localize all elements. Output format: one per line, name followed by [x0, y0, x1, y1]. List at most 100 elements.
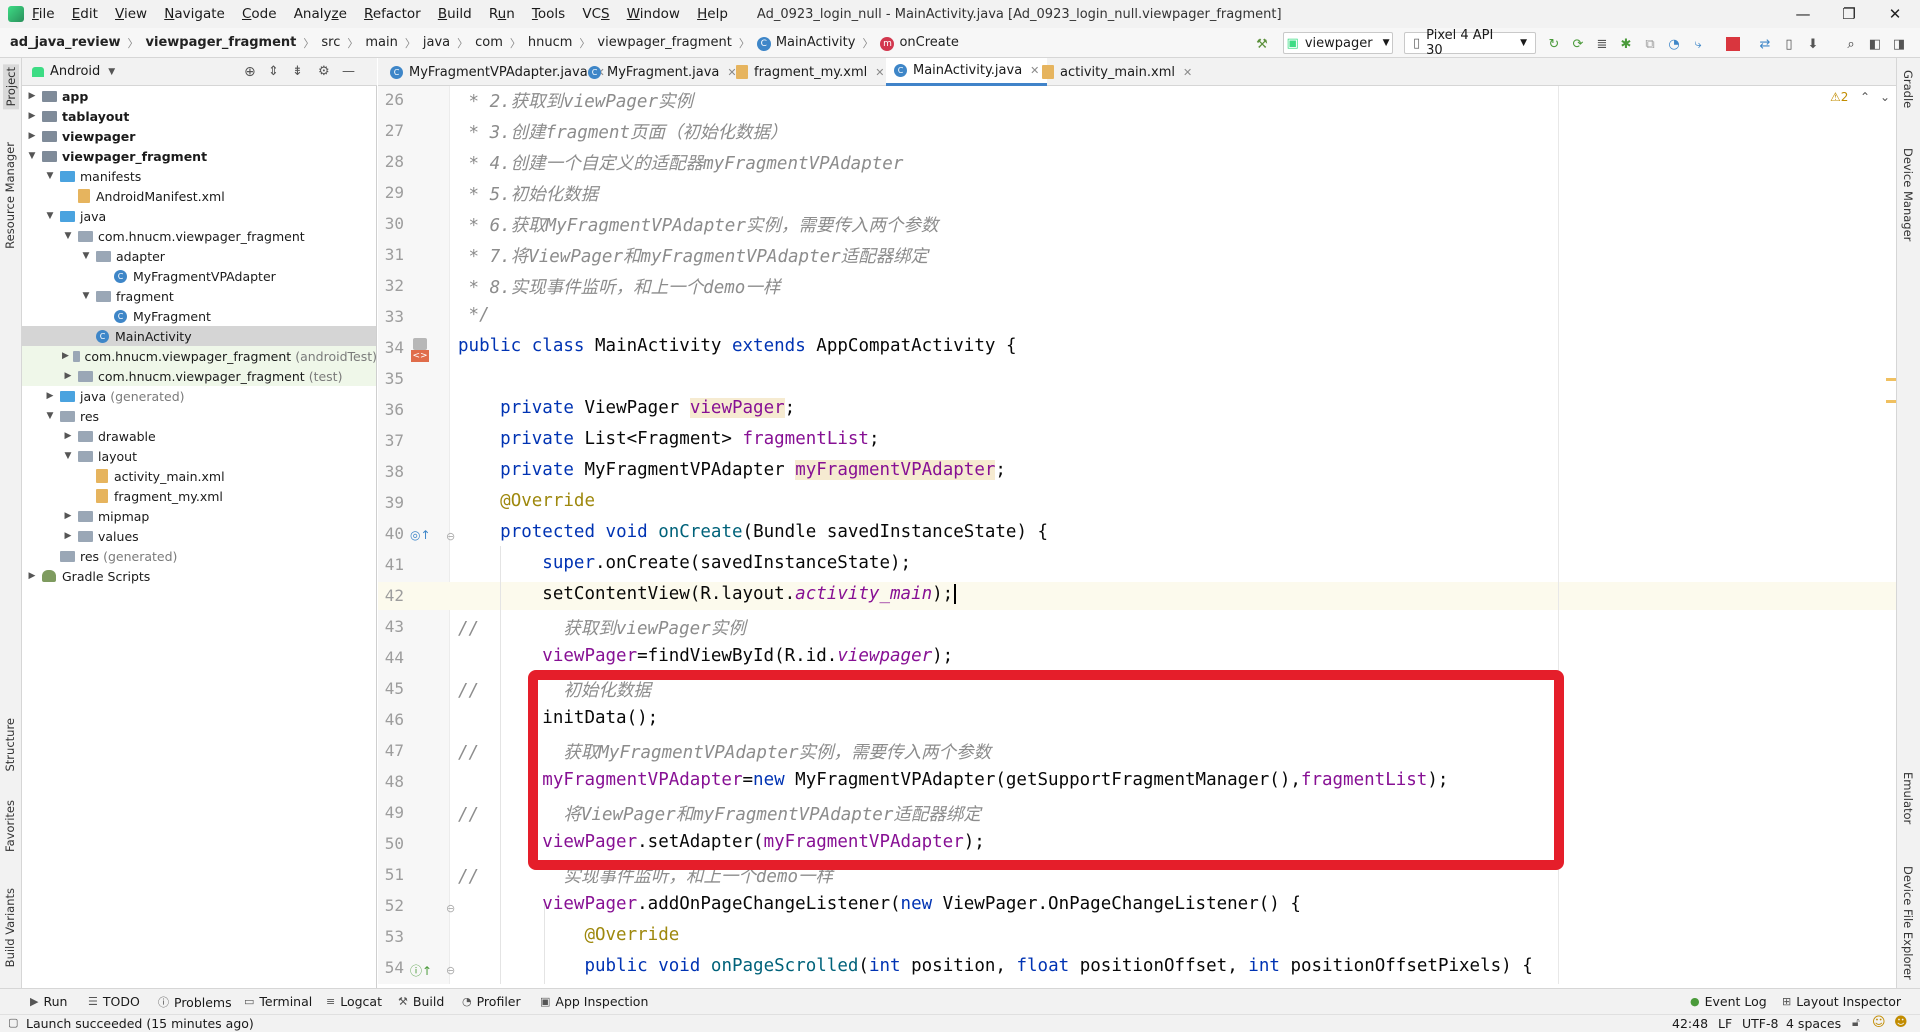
status-message[interactable]: Launch succeeded (15 minutes ago): [26, 1016, 254, 1031]
app-inspection-tool-button[interactable]: ▣ App Inspection: [540, 994, 648, 1009]
scroll-marker[interactable]: [1886, 378, 1896, 381]
tree-item-values[interactable]: ▶ values: [22, 526, 376, 546]
chevron-down-icon[interactable]: ▼: [62, 231, 74, 241]
device-select[interactable]: ▯ Pixel 4 API 30 ▼: [1404, 28, 1536, 58]
structure-tool-tab[interactable]: Structure: [3, 718, 17, 772]
menu-window[interactable]: Window: [627, 6, 680, 22]
menu-analyze[interactable]: Analyze: [294, 6, 347, 22]
chevron-right-icon[interactable]: ▶: [26, 91, 38, 101]
chevron-right-icon[interactable]: ▶: [26, 131, 38, 141]
chevron-down-icon[interactable]: ⌄: [1880, 90, 1890, 104]
tab-myfragmentvpadapter[interactable]: CMyFragmentVPAdapter.java✕: [382, 58, 613, 86]
project-view-select[interactable]: Android: [50, 64, 100, 79]
hammer-build-icon[interactable]: ⚒: [1252, 34, 1272, 54]
close-window-button[interactable]: ✕: [1872, 0, 1918, 28]
device-manager-icon[interactable]: ▯: [1780, 34, 1798, 54]
favorites-tool-tab[interactable]: Favorites: [3, 800, 17, 852]
stop-icon[interactable]: [1726, 37, 1740, 51]
implement-method-icon[interactable]: ⓘ↑: [410, 962, 432, 979]
tab-activity-main-xml[interactable]: activity_main.xml ✕: [1034, 58, 1200, 86]
breadcrumb-module[interactable]: viewpager_fragment: [146, 35, 297, 50]
run-config-select[interactable]: ▣ viewpager ▼: [1283, 32, 1393, 54]
chevron-right-icon[interactable]: ▶: [62, 531, 74, 541]
tree-item-drawable[interactable]: ▶ drawable: [22, 426, 376, 446]
chevron-right-icon[interactable]: ▶: [62, 351, 69, 361]
close-icon[interactable]: ✕: [875, 66, 884, 79]
file-encoding[interactable]: UTF-8: [1742, 1016, 1778, 1031]
memory-indicator-icon[interactable]: ☻: [1894, 1015, 1908, 1030]
chevron-right-icon[interactable]: ▶: [62, 371, 74, 381]
tree-item-manifests[interactable]: ▼ manifests: [22, 166, 376, 186]
lock-icon[interactable]: 🔓︎: [1852, 1015, 1860, 1030]
fold-icon[interactable]: ⊖: [446, 964, 455, 977]
chevron-right-icon[interactable]: ▶: [62, 511, 74, 521]
event-log-tool-button[interactable]: ● Event Log: [1690, 994, 1767, 1009]
layout-inspector-tool-button[interactable]: ⊞ Layout Inspector: [1782, 994, 1901, 1009]
fold-icon[interactable]: ⊖: [446, 902, 455, 915]
hide-panel-icon[interactable]: —: [342, 64, 355, 79]
tree-item-app[interactable]: ▶ app: [22, 86, 376, 106]
tree-item-activity-main-xml[interactable]: activity_main.xml: [22, 466, 376, 486]
breadcrumb-project[interactable]: ad_java_review: [10, 35, 121, 50]
code-line[interactable]: setContentView(R.layout.activity_main);: [458, 584, 957, 604]
tree-item-res-generated[interactable]: res (generated): [22, 546, 376, 566]
tree-item-viewpager[interactable]: ▶ viewpager: [22, 126, 376, 146]
menu-build[interactable]: Build: [438, 6, 472, 22]
terminal-tool-button[interactable]: ▭ Terminal: [244, 994, 312, 1009]
build-variants-tool-tab[interactable]: Build Variants: [3, 888, 17, 967]
scroll-marker[interactable]: [1886, 400, 1896, 403]
chevron-down-icon[interactable]: ▼: [108, 67, 115, 77]
expand-all-icon[interactable]: ⇕: [268, 64, 279, 79]
menu-vcs[interactable]: VCS: [582, 6, 609, 22]
tree-item-fragment[interactable]: ▼ fragment: [22, 286, 376, 306]
attach-debugger-icon[interactable]: ⧉: [1641, 34, 1659, 54]
rerun-icon[interactable]: ↻: [1545, 34, 1563, 54]
tree-item-layout[interactable]: ▼ layout: [22, 446, 376, 466]
tree-item-gradle-scripts[interactable]: ▶ Gradle Scripts: [22, 566, 376, 586]
menu-tools[interactable]: Tools: [532, 6, 565, 22]
fold-icon[interactable]: ⊖: [446, 530, 455, 543]
tree-item-res[interactable]: ▼ res: [22, 406, 376, 426]
tree-item-package[interactable]: ▼ com.hnucm.viewpager_fragment: [22, 226, 376, 246]
chevron-right-icon[interactable]: ▶: [62, 431, 74, 441]
breadcrumb-hnucm[interactable]: hnucm: [528, 35, 573, 50]
sdk-manager-icon[interactable]: ⬇: [1804, 34, 1822, 54]
warning-count-badge[interactable]: ⚠2: [1830, 90, 1848, 104]
tree-item-androidmanifest[interactable]: AndroidManifest.xml: [22, 186, 376, 206]
tree-item-mipmap[interactable]: ▶ mipmap: [22, 506, 376, 526]
tree-item-mainactivity[interactable]: C MainActivity: [22, 326, 376, 346]
minimize-button[interactable]: —: [1780, 0, 1826, 28]
problems-tool-button[interactable]: ⓘ Problems: [158, 994, 232, 1010]
menu-view[interactable]: View: [115, 6, 147, 22]
chevron-down-icon[interactable]: ▼: [80, 251, 92, 261]
smiley-feedback-icon[interactable]: ☺: [1872, 1015, 1886, 1030]
chevron-down-icon[interactable]: ▼: [26, 151, 38, 161]
build-tool-button[interactable]: ⚒ Build: [398, 994, 444, 1009]
chevron-right-icon[interactable]: ▶: [26, 571, 38, 581]
debug-icon[interactable]: ✱: [1617, 34, 1635, 54]
chevron-down-icon[interactable]: ▼: [44, 211, 56, 221]
attach-icon[interactable]: ⤷: [1689, 34, 1707, 54]
tree-item-viewpager-fragment[interactable]: ▼ viewpager_fragment: [22, 146, 376, 166]
gradle-tool-tab[interactable]: Gradle: [1901, 70, 1915, 108]
menu-run[interactable]: Run: [489, 6, 515, 22]
tree-item-java-generated[interactable]: ▶ java (generated): [22, 386, 376, 406]
logcat-tool-button[interactable]: ≡ Logcat: [326, 994, 382, 1009]
tree-item-package-test[interactable]: ▶ com.hnucm.viewpager_fragment (test): [22, 366, 376, 386]
menu-help[interactable]: Help: [697, 6, 728, 22]
device-manager-tool-tab[interactable]: Device Manager: [1901, 148, 1915, 241]
chevron-down-icon[interactable]: ▼: [44, 411, 56, 421]
locate-icon[interactable]: ⊕: [244, 64, 256, 80]
device-file-explorer-tool-tab[interactable]: Device File Explorer: [1901, 866, 1915, 980]
profile-icon[interactable]: ◔: [1665, 34, 1683, 54]
tree-item-myfragmentvpadapter[interactable]: C MyFragmentVPAdapter: [22, 266, 376, 286]
tree-item-tablayout[interactable]: ▶ tablayout: [22, 106, 376, 126]
run-tool-button[interactable]: ▶ Run: [30, 994, 67, 1009]
breadcrumb-package[interactable]: viewpager_fragment: [597, 35, 731, 50]
sync-gradle-icon[interactable]: ⇄: [1756, 34, 1774, 54]
profiler-tool-button[interactable]: ◔ Profiler: [462, 994, 521, 1009]
tree-item-java[interactable]: ▼ java: [22, 206, 376, 226]
breadcrumb-class[interactable]: C MainActivity: [756, 35, 855, 51]
collapse-all-icon[interactable]: ⇟: [292, 64, 303, 79]
override-method-icon[interactable]: ◎↑: [410, 528, 431, 542]
